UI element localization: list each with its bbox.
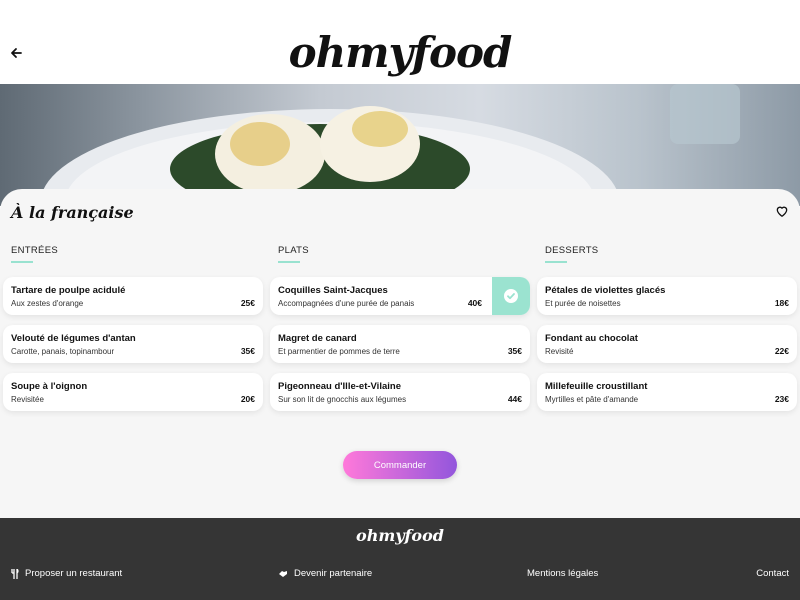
dish-card[interactable]: Fondant au chocolat Revisité 22€ — [537, 325, 797, 363]
dish-description: Myrtilles et pâte d'amande — [545, 395, 639, 404]
hero-image — [0, 84, 800, 206]
dish-name: Velouté de légumes d'antan — [11, 333, 136, 344]
handshake-icon — [279, 570, 287, 577]
footer-link-contact[interactable]: Contact — [756, 568, 789, 579]
dish-price: 18€ — [774, 298, 789, 308]
menu-section-desserts: DESSERTS Pétales de violettes glacés Et … — [537, 245, 797, 411]
dish-card[interactable]: Pigeonneau d'Ille-et-Vilaine Sur son lit… — [270, 373, 530, 411]
header: ohmyfood — [0, 0, 800, 84]
dish-card-selected[interactable]: Coquilles Saint-Jacques Accompagnées d'u… — [270, 277, 530, 315]
restaurant-title: À la française — [11, 203, 134, 222]
dish-card[interactable]: Millefeuille croustillant Myrtilles et p… — [537, 373, 797, 411]
dish-card[interactable]: Pétales de violettes glacés Et purée de … — [537, 277, 797, 315]
dish-card[interactable]: Soupe à l'oignon Revisitée 20€ — [3, 373, 263, 411]
footer-logo: ohmyfood — [356, 526, 444, 545]
dish-card[interactable]: Velouté de légumes d'antan Carotte, pana… — [3, 325, 263, 363]
dish-name: Pigeonneau d'Ille-et-Vilaine — [278, 381, 401, 392]
dish-price: 44€ — [507, 394, 522, 404]
section-title: DESSERTS — [545, 245, 797, 267]
dish-name: Millefeuille croustillant — [545, 381, 648, 392]
dish-price: 22€ — [774, 346, 789, 356]
dish-price: 40€ — [467, 298, 482, 308]
dish-price: 35€ — [507, 346, 522, 356]
dish-name: Soupe à l'oignon — [11, 381, 88, 392]
dish-description: Sur son lit de gnocchis aux légumes — [278, 395, 407, 404]
dish-description: Revisitée — [11, 395, 44, 404]
selected-indicator — [492, 277, 530, 315]
dish-description: Carotte, panais, topinambour — [11, 347, 115, 356]
dish-card[interactable]: Tartare de poulpe acidulé Aux zestes d'o… — [3, 277, 263, 315]
heart-icon[interactable] — [775, 204, 789, 218]
dish-name: Tartare de poulpe acidulé — [11, 285, 126, 296]
logo[interactable]: ohmyfood — [0, 28, 800, 77]
dish-name: Coquilles Saint-Jacques — [278, 285, 388, 296]
footer-link-label: Devenir partenaire — [294, 568, 373, 579]
menu-section-plats: PLATS Coquilles Saint-Jacques Accompagné… — [270, 245, 530, 411]
dish-description: Accompagnées d'une purée de panais — [278, 299, 415, 308]
menu-section-entrees: ENTRÉES Tartare de poulpe acidulé Aux ze… — [3, 245, 263, 411]
dish-name: Magret de canard — [278, 333, 357, 344]
utensils-icon — [11, 568, 19, 579]
footer-link-become-partner[interactable]: Devenir partenaire — [278, 568, 372, 579]
dish-description: Et purée de noisettes — [545, 299, 621, 308]
footer-link-label: Contact — [756, 568, 789, 579]
check-icon — [504, 289, 518, 303]
order-button[interactable]: Commander — [343, 451, 457, 479]
dish-name: Pétales de violettes glacés — [545, 285, 666, 296]
dish-description: Aux zestes d'orange — [11, 299, 84, 308]
footer-link-legal[interactable]: Mentions légales — [527, 568, 598, 579]
footer-link-label: Mentions légales — [527, 568, 599, 579]
footer: ohmyfood Proposer un restaurant Devenir … — [0, 518, 800, 600]
menu-card: À la française ENTRÉES Tartare de poulpe… — [0, 189, 800, 519]
dish-price: 20€ — [240, 394, 255, 404]
dish-price: 23€ — [774, 394, 789, 404]
dish-description: Revisité — [545, 347, 574, 356]
dish-description: Et parmentier de pommes de terre — [278, 347, 400, 356]
footer-link-label: Proposer un restaurant — [25, 568, 123, 579]
dish-price: 25€ — [240, 298, 255, 308]
footer-link-propose-restaurant[interactable]: Proposer un restaurant — [11, 568, 122, 579]
section-title: PLATS — [278, 245, 530, 267]
dish-card[interactable]: Magret de canard Et parmentier de pommes… — [270, 325, 530, 363]
section-title: ENTRÉES — [11, 245, 263, 267]
dish-price: 35€ — [240, 346, 255, 356]
dish-name: Fondant au chocolat — [545, 333, 638, 344]
